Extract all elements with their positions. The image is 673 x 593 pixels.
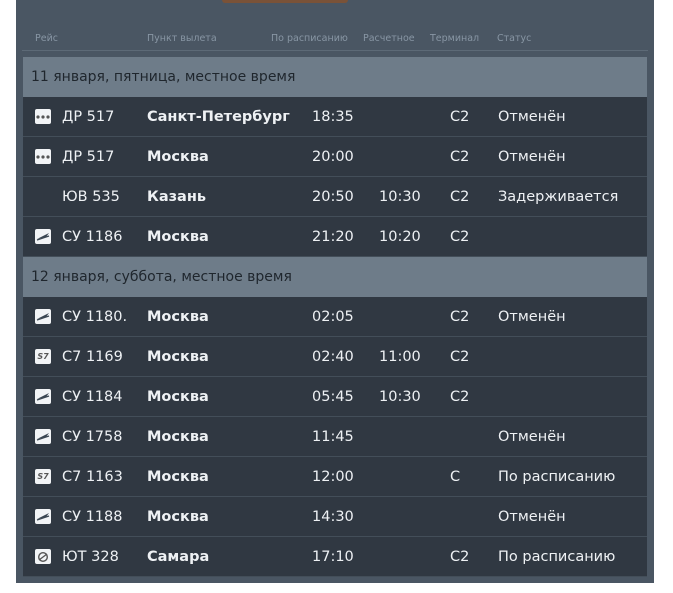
flight-row[interactable]: S7 С7 1169 Москва 02:40 11:00 C2 (23, 337, 647, 377)
scheduled-time: 17:10 (312, 549, 354, 565)
flight-number: ЮВ 535 (62, 189, 120, 205)
flight-row[interactable]: СУ 1184 Москва 05:45 10:30 C2 (23, 377, 647, 417)
terminal: C2 (450, 149, 470, 165)
flight-status: Отменён (498, 429, 566, 445)
utair-icon (35, 549, 51, 564)
departures-board: Рейс Пункт вылета По расписанию Расчетно… (16, 0, 654, 583)
departure-city: Москва (147, 509, 209, 525)
s7-icon: S7 (35, 469, 51, 484)
departure-city: Москва (147, 429, 209, 445)
departure-city: Москва (147, 469, 209, 485)
column-header-row: Рейс Пункт вылета По расписанию Расчетно… (16, 33, 654, 47)
aeroflot-icon (35, 309, 51, 324)
scheduled-time: 20:00 (312, 149, 354, 165)
scheduled-time: 12:00 (312, 469, 354, 485)
flight-row[interactable]: ДР 517 Москва 20:00 C2 Отменён (23, 137, 647, 177)
flight-number: ДР 517 (62, 109, 115, 125)
estimated-time: 10:20 (379, 229, 421, 245)
column-header-departure-point: Пункт вылета (147, 33, 217, 44)
flight-number: СУ 1186 (62, 229, 123, 245)
dots-airline-icon (35, 149, 51, 164)
date-group-header: 12 января, суббота, местное время (23, 257, 647, 297)
scheduled-time: 18:35 (312, 109, 354, 125)
scheduled-time: 21:20 (312, 229, 354, 245)
flight-status: По расписанию (498, 549, 616, 565)
scheduled-time: 05:45 (312, 389, 354, 405)
column-header-estimated: Расчетное (363, 33, 415, 44)
departure-city: Москва (147, 309, 209, 325)
s7-icon: S7 (35, 349, 51, 364)
departure-city: Москва (147, 349, 209, 365)
aeroflot-icon (35, 509, 51, 524)
column-header-scheduled: По расписанию (271, 33, 348, 44)
flight-status: Задерживается (498, 189, 619, 205)
scheduled-time: 11:45 (312, 429, 354, 445)
terminal: C2 (450, 389, 470, 405)
terminal: C2 (450, 349, 470, 365)
aeroflot-icon (35, 429, 51, 444)
column-header-flight: Рейс (35, 33, 58, 44)
flight-number: СУ 1758 (62, 429, 123, 445)
header-divider (22, 50, 648, 51)
date-group-header: 11 января, пятница, местное время (23, 57, 647, 97)
flight-list: 11 января, пятница, местное время ДР 517… (23, 57, 647, 577)
terminal: C2 (450, 549, 470, 565)
flight-row[interactable]: ДР 517 Санкт-Петербург 18:35 C2 Отменён (23, 97, 647, 137)
flight-number: С7 1169 (62, 349, 123, 365)
flight-number: СУ 1184 (62, 389, 123, 405)
flight-row[interactable]: СУ 1188 Москва 14:30 Отменён (23, 497, 647, 537)
terminal: C (450, 469, 461, 485)
flight-status: Отменён (498, 509, 566, 525)
scheduled-time: 02:05 (312, 309, 354, 325)
flight-number: СУ 1180. (62, 309, 128, 325)
flight-row[interactable]: ЮТ 328 Самара 17:10 C2 По расписанию (23, 537, 647, 577)
flight-status: Отменён (498, 309, 566, 325)
terminal: C2 (450, 189, 470, 205)
column-header-terminal: Терминал (430, 33, 480, 44)
flight-row[interactable]: СУ 1186 Москва 21:20 10:20 C2 (23, 217, 647, 257)
departure-city: Самара (147, 549, 210, 565)
flight-row[interactable]: S7 С7 1163 Москва 12:00 C По расписанию (23, 457, 647, 497)
flight-row[interactable]: СУ 1758 Москва 11:45 Отменён (23, 417, 647, 457)
terminal: C2 (450, 309, 470, 325)
estimated-time: 11:00 (379, 349, 421, 365)
departure-city: Москва (147, 149, 209, 165)
flight-number: С7 1163 (62, 469, 123, 485)
flight-row[interactable]: ЮВ 535 Казань 20:50 10:30 C2 Задерживает… (23, 177, 647, 217)
dots-airline-icon (35, 109, 51, 124)
departure-city: Казань (147, 189, 207, 205)
terminal: C2 (450, 109, 470, 125)
flight-number: ЮТ 328 (62, 549, 119, 565)
airline-logo-empty (35, 189, 51, 204)
flight-status: По расписанию (498, 469, 616, 485)
estimated-time: 10:30 (379, 389, 421, 405)
column-header-status: Статус (497, 33, 532, 44)
flight-number: ДР 517 (62, 149, 115, 165)
flight-row[interactable]: СУ 1180. Москва 02:05 C2 Отменён (23, 297, 647, 337)
flight-status: Отменён (498, 109, 566, 125)
departure-city: Санкт-Петербург (147, 109, 290, 125)
terminal: C2 (450, 229, 470, 245)
departure-city: Москва (147, 229, 209, 245)
scheduled-time: 20:50 (312, 189, 354, 205)
top-tab-indicator (222, 0, 348, 3)
departure-city: Москва (147, 389, 209, 405)
scheduled-time: 14:30 (312, 509, 354, 525)
flight-number: СУ 1188 (62, 509, 123, 525)
scheduled-time: 02:40 (312, 349, 354, 365)
aeroflot-icon (35, 389, 51, 404)
aeroflot-icon (35, 229, 51, 244)
estimated-time: 10:30 (379, 189, 421, 205)
flight-status: Отменён (498, 149, 566, 165)
